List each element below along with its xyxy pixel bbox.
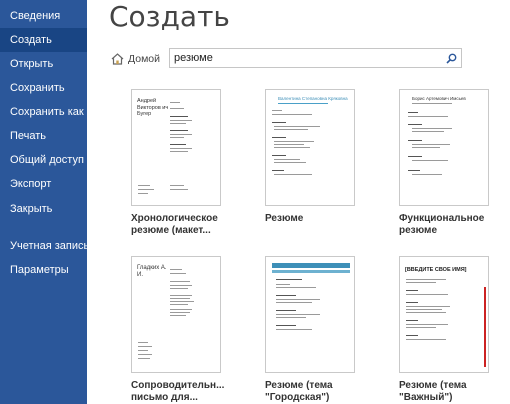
nav-save-as[interactable]: Сохранить как bbox=[0, 100, 87, 124]
template-label-line1: Резюме (тема bbox=[399, 380, 467, 391]
nav-print[interactable]: Печать bbox=[0, 124, 87, 148]
nav-options[interactable]: Параметры bbox=[0, 258, 87, 282]
thumb-name: Гладких А. И. bbox=[137, 265, 167, 278]
nav-save[interactable]: Сохранить bbox=[0, 76, 87, 100]
template-label-line2: резюме (макет... bbox=[131, 225, 211, 236]
thumb-name: [ВВЕДИТЕ СВОЕ ИМЯ] bbox=[405, 267, 467, 273]
nav-open[interactable]: Открыть bbox=[0, 52, 87, 76]
template-thumbnail bbox=[265, 256, 355, 373]
template-thumbnail: Валентина Степановна Кряковна bbox=[265, 89, 355, 206]
template-thumbnail: Гладких А. И. bbox=[131, 256, 221, 373]
search-icon bbox=[445, 53, 457, 64]
template-thumbnail: Андрей Викторов ич Бугер bbox=[131, 89, 221, 206]
home-link[interactable]: Домой bbox=[111, 51, 160, 67]
home-icon bbox=[111, 53, 124, 65]
template-label-line2: "Важный") bbox=[399, 392, 453, 403]
thumb-name: Андрей Викторов ич Бугер bbox=[137, 98, 169, 117]
page-title: Создать bbox=[109, 0, 230, 33]
nav-account[interactable]: Учетная запись bbox=[0, 234, 89, 258]
template-label-line2: "Городская") bbox=[265, 392, 330, 403]
template-label-line1: Функциональное bbox=[399, 213, 485, 224]
backstage-sidebar: Сведения Создать Открыть Сохранить Сохра… bbox=[0, 0, 89, 404]
nav-new[interactable]: Создать bbox=[0, 28, 87, 52]
nav-share[interactable]: Общий доступ bbox=[0, 148, 87, 172]
template-label-line1: Резюме (тема bbox=[265, 380, 333, 391]
nav-export[interactable]: Экспорт bbox=[0, 172, 87, 196]
nav-info[interactable]: Сведения bbox=[0, 4, 87, 28]
search-button[interactable] bbox=[443, 50, 459, 66]
thumb-name: Валентина Степановна Кряковна bbox=[278, 96, 348, 101]
nav-close[interactable]: Закрыть bbox=[0, 197, 87, 221]
template-thumbnail: [ВВЕДИТЕ СВОЕ ИМЯ] bbox=[399, 256, 489, 373]
template-label-line2: резюме bbox=[399, 225, 438, 236]
main-panel: Создать Домой Андрей Викторов ич Бугер bbox=[87, 0, 510, 404]
template-label-line1: Резюме bbox=[265, 213, 304, 224]
search-input[interactable] bbox=[170, 49, 442, 67]
template-label-line2: письмо для... bbox=[131, 392, 198, 403]
thumb-name: Борис Артемович Имсьев bbox=[412, 96, 466, 101]
template-thumbnail: Борис Артемович Имсьев bbox=[399, 89, 489, 206]
search-box bbox=[169, 48, 462, 68]
template-label-line1: Сопроводительн... bbox=[131, 380, 225, 391]
home-label: Домой bbox=[128, 53, 160, 65]
template-label-line1: Хронологическое bbox=[131, 213, 218, 224]
